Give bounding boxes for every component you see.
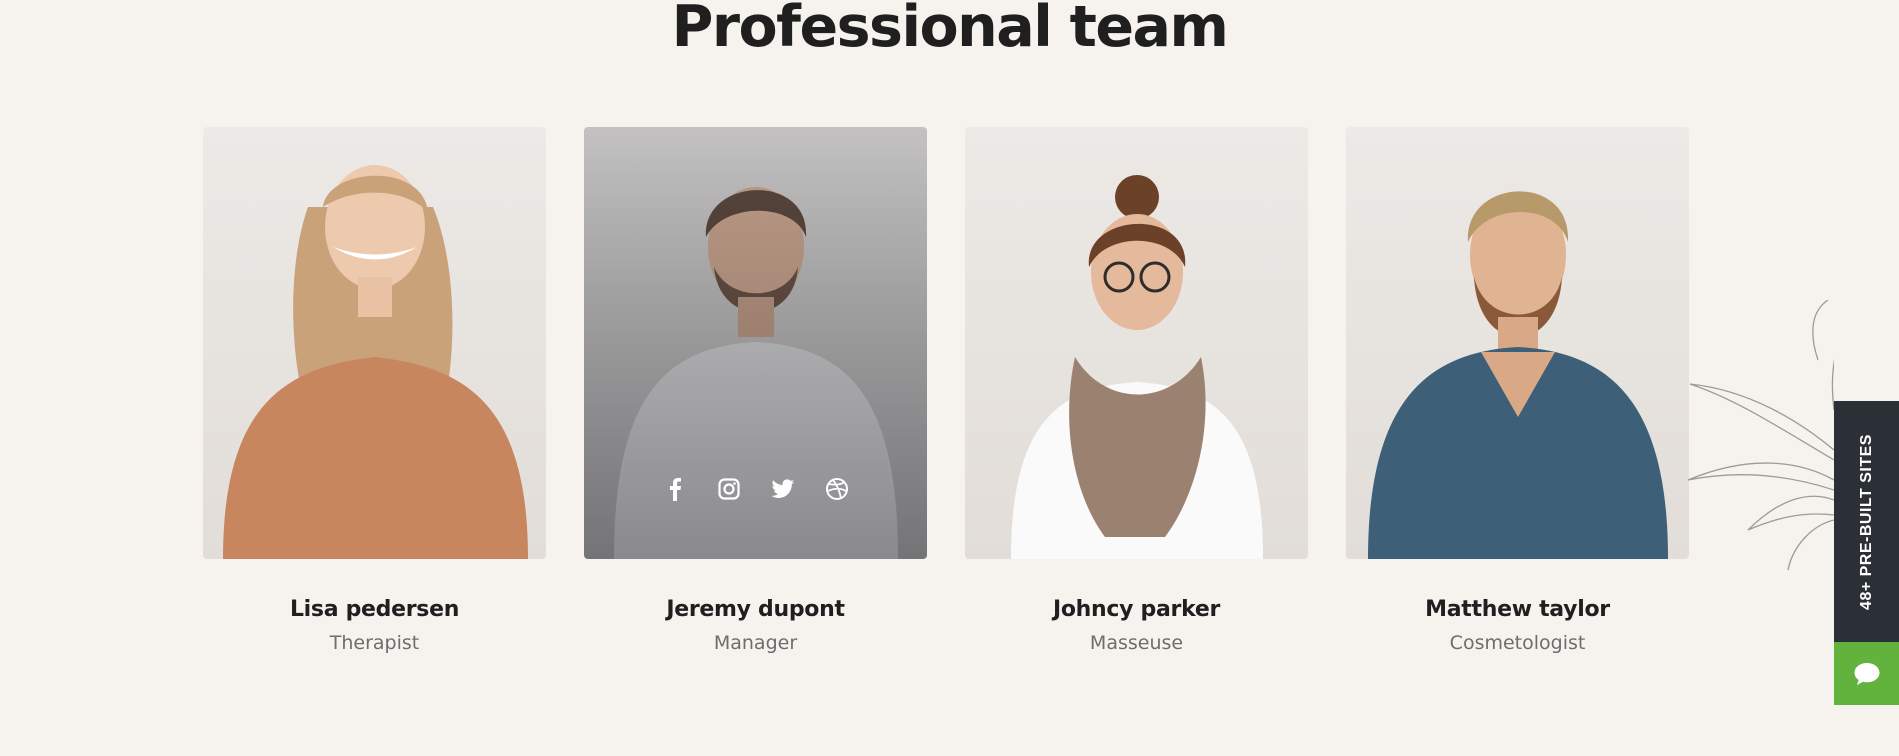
portrait-image (223, 165, 528, 559)
member-name: Matthew taylor (1425, 597, 1610, 622)
team-grid: Lisa pedersen Therapist Jeremy dupont Ma… (203, 127, 1691, 654)
section-title: Professional team (671, 0, 1229, 60)
portrait-image (1011, 175, 1263, 559)
team-card[interactable]: Johncy parker Masseuse (965, 127, 1308, 654)
team-card[interactable]: Jeremy dupont Manager (584, 127, 927, 654)
instagram-icon[interactable] (717, 477, 741, 501)
portrait-image (1368, 191, 1668, 559)
team-card[interactable]: Lisa pedersen Therapist (203, 127, 546, 654)
team-photo (965, 127, 1308, 559)
prebuilt-sites-label: 48+ PRE-BUILT SITES (1857, 433, 1875, 610)
member-role: Therapist (329, 632, 420, 654)
chat-button[interactable] (1834, 642, 1899, 705)
member-role: Manager (713, 632, 798, 654)
member-name: Jeremy dupont (666, 597, 845, 622)
team-photo (584, 127, 927, 559)
prebuilt-sites-tab[interactable]: 48+ PRE-BUILT SITES (1834, 401, 1899, 642)
leaf-decoration (1688, 300, 1834, 571)
team-photo (203, 127, 546, 559)
facebook-icon[interactable] (663, 477, 687, 501)
member-name: Johncy parker (1052, 597, 1221, 622)
twitter-icon[interactable] (770, 477, 795, 501)
page: Professional team Lisa pedersen Therapis… (0, 0, 1899, 756)
social-links (584, 477, 927, 501)
team-card[interactable]: Matthew taylor Cosmetologist (1346, 127, 1689, 654)
chat-bubble-icon (1854, 662, 1879, 685)
member-name: Lisa pedersen (289, 597, 460, 622)
dribbble-icon[interactable] (825, 477, 849, 501)
member-role: Masseuse (1089, 632, 1184, 654)
team-photo (1346, 127, 1689, 559)
member-role: Cosmetologist (1449, 632, 1586, 654)
